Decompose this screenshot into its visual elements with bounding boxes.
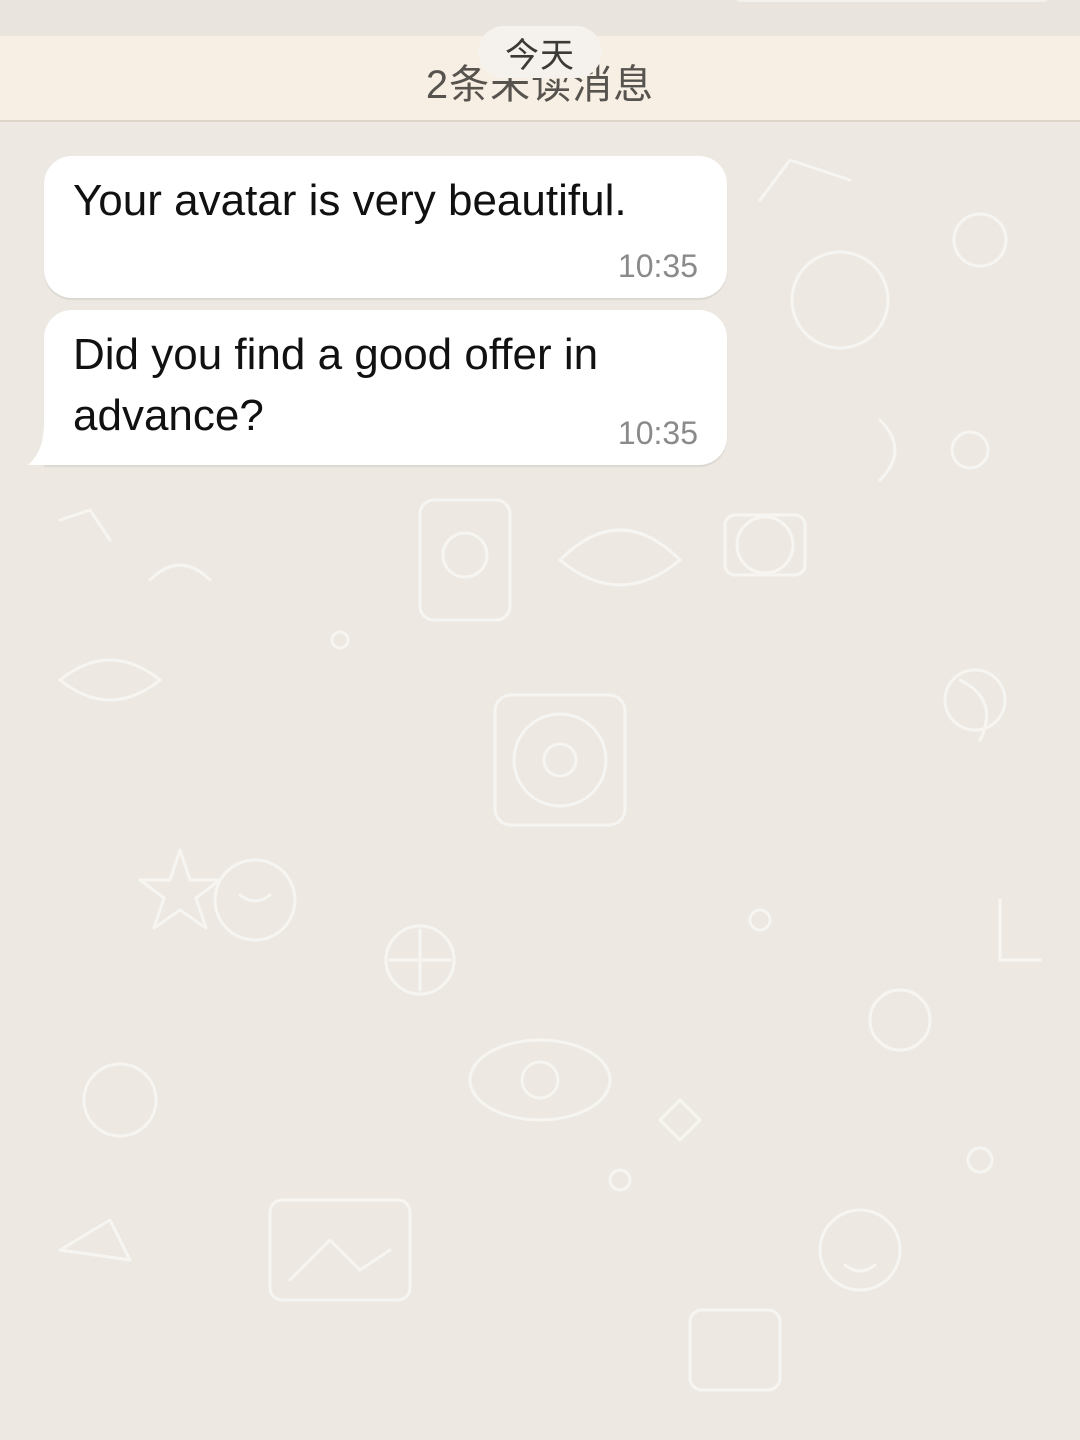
bubble-tail-icon [28, 420, 66, 465]
date-divider: 今天 [478, 26, 602, 78]
message-timestamp: 10:35 [617, 415, 698, 451]
message-bubble[interactable]: Your avatar is very beautiful. 10:35 [44, 156, 727, 298]
message-timestamp: 10:35 [617, 248, 698, 284]
message-text: Your avatar is very beautiful. [73, 176, 627, 225]
message-bubble[interactable]: Did you find a good offer in advance? 10… [44, 310, 727, 465]
scrolled-element-edge [732, 0, 1052, 2]
message-text: Did you find a good offer in advance? [73, 330, 599, 440]
date-divider-label: 今天 [505, 36, 575, 75]
